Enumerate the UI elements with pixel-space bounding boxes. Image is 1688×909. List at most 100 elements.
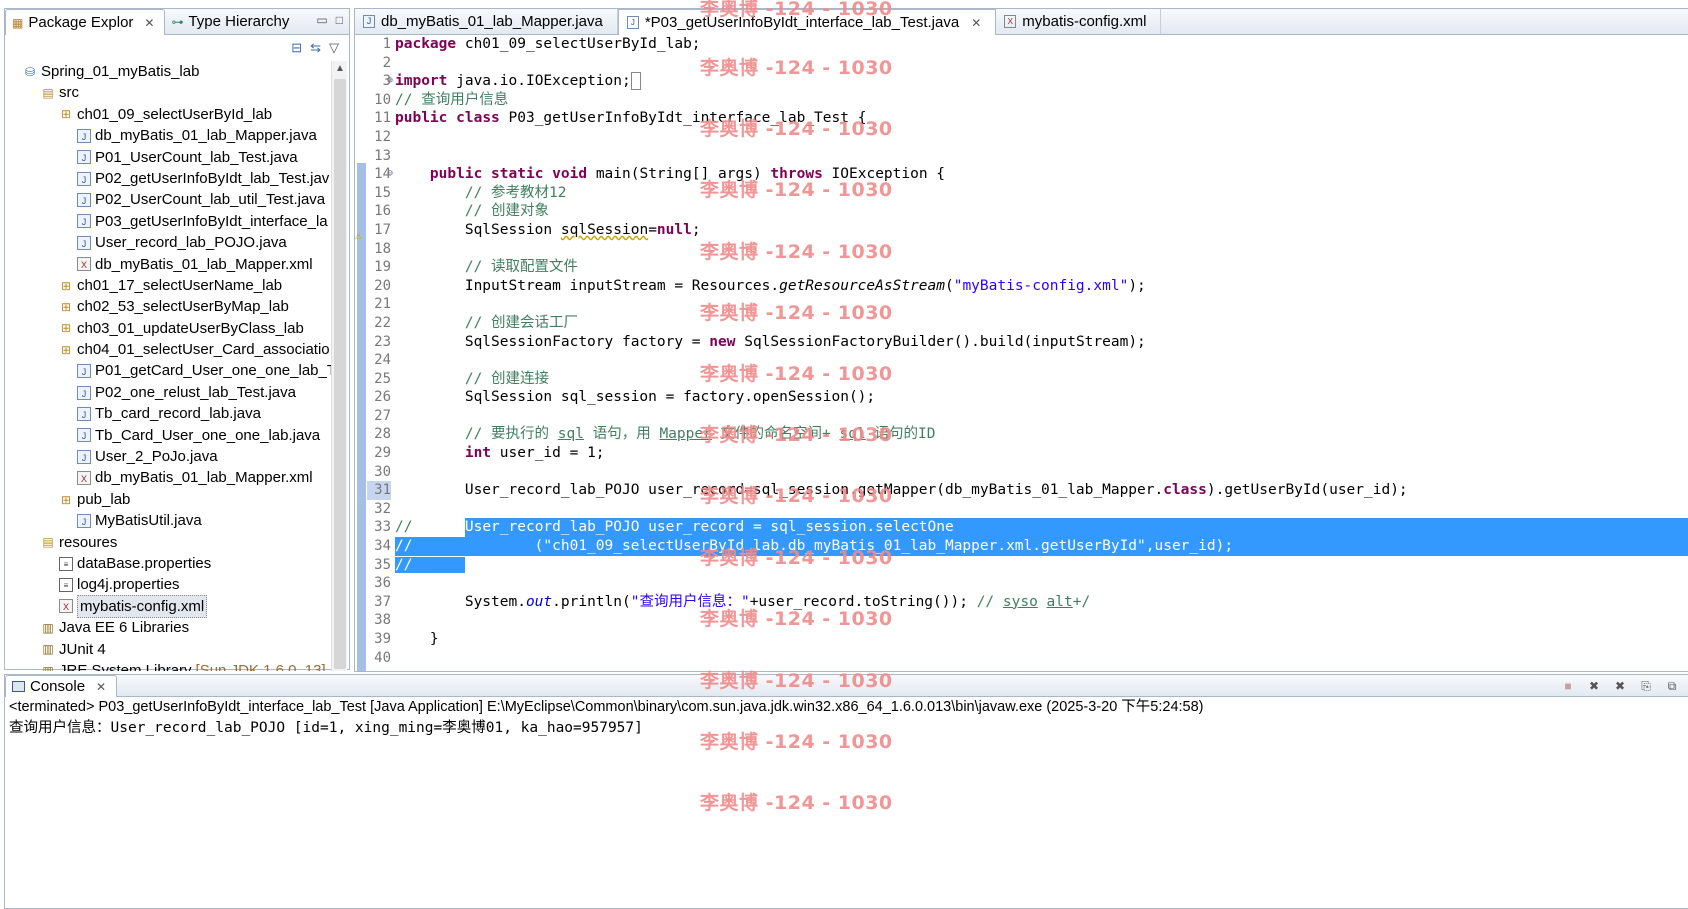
minimize-icon[interactable]: ▭ [316, 13, 327, 27]
code-line[interactable]: 30 [367, 463, 1688, 482]
code-line[interactable]: 26 SqlSession sql_session = factory.open… [367, 388, 1688, 407]
code-line[interactable]: 11 public class P03_getUserInfoByIdt_inte… [367, 109, 1688, 128]
tab-type-hierarchy[interactable]: ⊶ Type Hierarchy [165, 9, 299, 34]
code-line[interactable]: 13 [367, 147, 1688, 166]
code-line[interactable]: 38 [367, 611, 1688, 630]
pin-console-icon[interactable]: ⧉ [1664, 678, 1680, 694]
properties-file-icon: ≡ [59, 556, 73, 571]
code-line[interactable]: 17 SqlSession sqlSession=null; [367, 221, 1688, 240]
collapse-all-icon[interactable]: ⊟ [291, 40, 302, 56]
code-line[interactable]: 22 // 创建会话工厂 [367, 314, 1688, 333]
code-line[interactable]: 29 int user_id = 1; [367, 444, 1688, 463]
code-line[interactable]: 31 User_record_lab_POJO user_record=sql_… [367, 481, 1688, 500]
scrollbar-thumb[interactable] [334, 79, 346, 669]
line-number: 10 [374, 91, 391, 108]
java-file-icon: J [626, 16, 639, 29]
tree-item-label: ch01_17_selectUserName_lab [77, 276, 283, 294]
scroll-lock-icon[interactable]: ⎘ [1638, 678, 1654, 694]
maximize-icon[interactable]: □ [336, 13, 343, 27]
tree-item[interactable]: ▤ resoures [5, 532, 331, 553]
tree-item[interactable]: ≡ log4j.properties [5, 574, 331, 595]
code-line[interactable]: 14 ⊖ public static void main(String[] arg… [367, 165, 1688, 184]
remove-launch-icon[interactable]: ✖ [1586, 678, 1602, 694]
tree-item[interactable]: ▥ Java EE 6 Libraries [5, 617, 331, 638]
tab-mapper-java[interactable]: J db_myBatis_01_lab_Mapper.java [355, 9, 618, 34]
close-icon[interactable]: ✕ [96, 680, 106, 694]
close-icon[interactable]: ✕ [144, 16, 154, 30]
warning-icon[interactable]: ⚠ [355, 229, 362, 242]
tree-item[interactable]: J User_2_PoJo.java [5, 446, 331, 467]
tree-scrollbar[interactable]: ▲ [331, 61, 347, 671]
xml-file-icon: X [1004, 15, 1017, 28]
code-line[interactable]: 24 [367, 351, 1688, 370]
tree-item[interactable]: ⊞ ch03_01_updateUserByClass_lab [5, 318, 331, 339]
tree-item[interactable]: J P02_getUserInfoByIdt_lab_Test.jav [5, 168, 331, 189]
code-line[interactable]: 15 // 参考教材12 [367, 184, 1688, 203]
tree-item-label: ch01_09_selectUserById_lab [77, 105, 273, 123]
tree-item[interactable]: ▥ JRE System Library [Sun JDK 1.6.0_13] [5, 660, 331, 671]
tree-item[interactable]: J Tb_card_record_lab.java [5, 403, 331, 424]
code-line[interactable]: 28 // 要执行的 sql 语句，用 Mapper 文件的命名空间+ sql … [367, 425, 1688, 444]
code-text: SqlSession sqlSession=null; [395, 221, 701, 238]
link-with-editor-icon[interactable]: ⇆ [310, 40, 321, 56]
code-line[interactable]: 27 [367, 407, 1688, 426]
code-line[interactable]: 25 // 创建连接 [367, 370, 1688, 389]
line-number: 36 [374, 575, 391, 592]
tree-item[interactable]: ▤ src [5, 82, 331, 103]
tree-item[interactable]: J P01_getCard_User_one_one_lab_T [5, 360, 331, 381]
tree-item[interactable]: J P01_UserCount_lab_Test.java [5, 147, 331, 168]
scroll-up-icon[interactable]: ▲ [332, 61, 348, 77]
code-line[interactable]: 21 [367, 295, 1688, 314]
tree-item[interactable]: J Tb_Card_User_one_one_lab.java [5, 425, 331, 446]
tree-item[interactable]: ⊞ pub_lab [5, 489, 331, 510]
tab-console[interactable]: Console ✕ [5, 675, 118, 697]
code-line[interactable]: 3 ⊕ import java.io.IOException; [367, 72, 1688, 91]
tree-item[interactable]: Xmybatis-config.xml [5, 594, 331, 619]
tree-item[interactable]: ⊞ ch04_01_selectUser_Card_associatio [5, 339, 331, 360]
tree-item-label: P02_getUserInfoByIdt_lab_Test.jav [95, 169, 330, 187]
code-line[interactable]: 12 [367, 128, 1688, 147]
tree-item[interactable]: Xdb_myBatis_01_lab_Mapper.xml [5, 467, 331, 488]
expand-fold-icon[interactable]: ⊕ [387, 72, 393, 91]
tree-item[interactable]: ≡ dataBase.properties [5, 553, 331, 574]
code-line[interactable]: 23 SqlSessionFactory factory = new SqlSe… [367, 333, 1688, 352]
collapse-fold-icon[interactable]: ⊖ [387, 165, 393, 184]
code-line[interactable]: 18 [367, 240, 1688, 259]
tree-item[interactable]: ⊞ ch01_17_selectUserName_lab [5, 275, 331, 296]
tree-item[interactable]: J User_record_lab_POJO.java [5, 232, 331, 253]
remove-all-terminated-icon[interactable]: ✖ [1612, 678, 1628, 694]
code-line[interactable]: 10// 查询用户信息 [367, 91, 1688, 110]
tab-package-explorer[interactable]: ▦ Package Explor ✕ [5, 9, 166, 35]
tab-mybatis-config-xml[interactable]: X mybatis-config.xml [996, 9, 1162, 34]
tab-p03-test-java[interactable]: J *P03_getUserInfoByIdt_interface_lab_Te… [617, 9, 997, 35]
code-line[interactable]: 19 // 读取配置文件 [367, 258, 1688, 277]
code-line[interactable]: 16 // 创建对象 [367, 202, 1688, 221]
code-line[interactable]: 1 package ch01_09_selectUserById_lab; [367, 35, 1688, 54]
code-line[interactable]: 20 InputStream inputStream = Resources.g… [367, 277, 1688, 296]
tree-item[interactable]: ⊞ ch01_09_selectUserById_lab [5, 104, 331, 125]
code-line[interactable]: 33// User_record_lab_POJO user_record = … [367, 518, 1688, 538]
code-line[interactable]: 32 [367, 500, 1688, 519]
tree-item[interactable]: ⊞ ch02_53_selectUserByMap_lab [5, 296, 331, 317]
code-line[interactable]: 36 [367, 574, 1688, 593]
terminate-icon[interactable]: ■ [1560, 678, 1576, 694]
code-line[interactable]: 37 System.out.println("查询用户信息："+user_rec… [367, 593, 1688, 612]
view-menu-icon[interactable]: ▽ [329, 40, 339, 56]
code-line[interactable]: 39 } [367, 630, 1688, 649]
line-number: 39 [374, 631, 391, 647]
tree-item[interactable]: J MyBatisUtil.java [5, 510, 331, 531]
code-text: SqlSessionFactory factory = new SqlSessi… [395, 333, 1146, 350]
code-line[interactable]: 34// ("ch01_09_selectUserById_lab.db_myB… [367, 537, 1688, 556]
code-line[interactable]: 35// [367, 556, 1688, 575]
tree-item[interactable]: Jdb_myBatis_01_lab_Mapper.java [5, 125, 331, 146]
tree-item[interactable]: J P03_getUserInfoByIdt_interface_la [5, 211, 331, 232]
tree-item[interactable]: ⛁ Spring_01_myBatis_lab [5, 61, 331, 82]
code-line[interactable]: 40 [367, 649, 1688, 668]
code-line[interactable]: 2 [367, 54, 1688, 73]
tree-item[interactable]: Xdb_myBatis_01_lab_Mapper.xml [5, 254, 331, 275]
tree-item[interactable]: J P02_one_relust_lab_Test.java [5, 382, 331, 403]
tree-item[interactable]: ▥ JUnit 4 [5, 639, 331, 660]
tree-item[interactable]: J P02_UserCount_lab_util_Test.java [5, 189, 331, 210]
code-area[interactable]: ⚠ 1 package ch01_09_selectUserById_lab; 2 3… [355, 35, 1688, 671]
close-icon[interactable]: ✕ [971, 16, 981, 30]
